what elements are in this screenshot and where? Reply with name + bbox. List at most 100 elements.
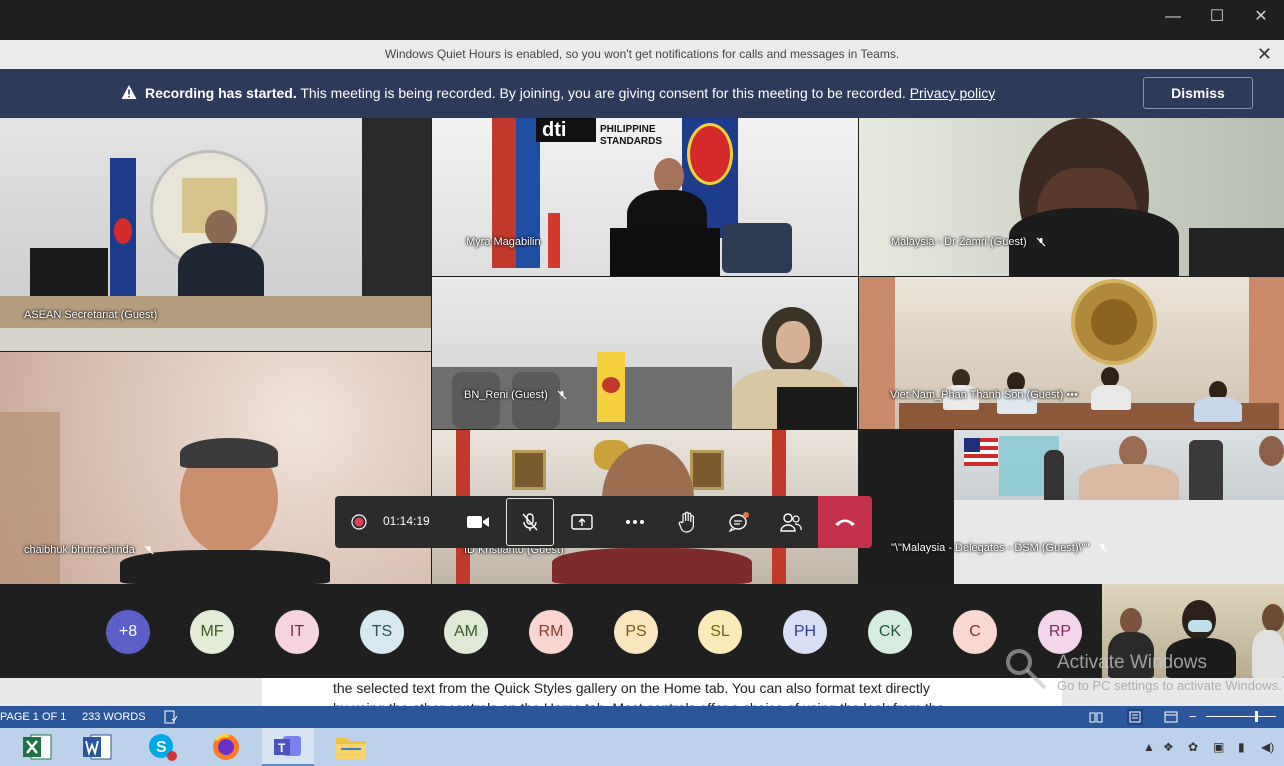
more-icon — [626, 520, 644, 524]
excel-icon — [23, 734, 52, 760]
tile-label: chaibhuk bhutrachinda — [24, 544, 154, 556]
tray-app-icon[interactable]: ❖ — [1163, 740, 1174, 754]
chat-icon — [728, 512, 749, 532]
print-layout-icon[interactable] — [1127, 709, 1143, 725]
teams-icon: T — [274, 736, 301, 756]
recording-banner: Recording has started. This meeting is b… — [0, 69, 1284, 118]
activate-windows-title: Activate Windows — [1057, 652, 1207, 673]
tile-label: "\"Malaysia - Delegates - DSM (Guest)\"" — [891, 542, 1108, 554]
svg-text:T: T — [278, 741, 286, 755]
video-tile-asean-secretariat[interactable]: ASEAN Secretariat (Guest) — [0, 118, 431, 351]
participant-avatar[interactable]: TS — [360, 610, 404, 654]
zoom-out-icon[interactable]: − — [1189, 709, 1197, 724]
tile-label: Malaysia - Dr Zamri (Guest) — [891, 236, 1046, 248]
participant-avatar[interactable]: C — [953, 610, 997, 654]
avatar-initials: +8 — [118, 623, 138, 640]
hang-up-button[interactable] — [818, 496, 872, 548]
participant-avatar[interactable]: MF — [190, 610, 234, 654]
minimize-button[interactable]: — — [1158, 6, 1188, 28]
video-tile-bn-reni[interactable]: BN_Reni (Guest) — [432, 277, 858, 429]
dismiss-button[interactable]: Dismiss — [1143, 77, 1253, 109]
more-actions-button[interactable] — [612, 496, 658, 548]
recording-message: This meeting is being recorded. By joini… — [296, 85, 910, 101]
participant-avatar[interactable]: AM — [444, 610, 488, 654]
word-status-bar: PAGE 1 OF 1 233 WORDS − — [0, 706, 1284, 728]
excel-taskbar-button[interactable] — [12, 728, 64, 766]
dti-logo: dti — [536, 118, 596, 142]
participant-avatar[interactable]: RM — [529, 610, 573, 654]
firefox-icon — [213, 734, 239, 760]
avatar-initials: MF — [200, 623, 224, 640]
video-tile-myra-magabilin[interactable]: dti PHILIPPINE STANDARDS Myra Magabilin — [432, 118, 858, 276]
more-icon: ••• — [1066, 389, 1078, 401]
avatar-initials: RP — [1048, 623, 1072, 640]
participants-button[interactable] — [768, 496, 814, 548]
avatar-initials: RM — [538, 623, 564, 640]
video-tile-malaysia-delegates[interactable]: "\"Malaysia - Delegates - DSM (Guest)\"" — [859, 430, 1284, 584]
recording-text: Recording has started. This meeting is b… — [145, 85, 995, 101]
proofing-icon[interactable] — [164, 710, 178, 724]
quiet-hours-message: Windows Quiet Hours is enabled, so you w… — [384, 47, 900, 61]
firefox-taskbar-button[interactable] — [200, 728, 252, 766]
windows-taskbar: S T ▲ ❖ ✿ ▣ ▮ ◀) — [0, 728, 1284, 766]
network-icon[interactable]: ▣ — [1213, 740, 1224, 754]
mic-off-icon — [522, 513, 538, 531]
avatar-initials: TS — [371, 623, 393, 640]
word-icon — [83, 734, 112, 760]
participant-avatar[interactable]: IT — [275, 610, 319, 654]
mic-off-icon — [557, 390, 567, 400]
activate-windows-subtitle: Go to PC settings to activate Windows. — [1057, 678, 1282, 693]
raise-hand-button[interactable] — [664, 496, 710, 548]
mic-off-icon — [1099, 543, 1108, 553]
participant-avatar[interactable]: PH — [783, 610, 827, 654]
avatar-initials: IT — [289, 623, 305, 640]
microphone-button[interactable] — [506, 498, 554, 546]
recording-indicator-icon — [339, 496, 379, 548]
zoom-slider[interactable] — [1206, 716, 1276, 717]
tray-app-icon[interactable]: ✿ — [1188, 740, 1198, 754]
avatar-initials: AM — [454, 623, 478, 640]
skype-icon: S — [149, 734, 177, 761]
privacy-policy-link[interactable]: Privacy policy — [910, 85, 996, 101]
raise-hand-icon — [678, 511, 694, 533]
document-text-line: the selected text from the Quick Styles … — [333, 680, 930, 696]
quiet-hours-close-button[interactable]: ✕ — [1257, 40, 1272, 69]
participant-avatar[interactable]: SL — [698, 610, 742, 654]
tile-label: Viet Nam_Phan Thanh Son (Guest) ••• — [890, 389, 1078, 401]
web-layout-icon[interactable] — [1164, 710, 1178, 724]
participant-avatar-strip: +8 MF IT TS AM RM PS SL PH CK C RP — [0, 584, 1102, 678]
show-hidden-icons-icon[interactable]: ▲ — [1143, 740, 1155, 754]
skype-taskbar-button[interactable]: S — [137, 728, 189, 766]
mic-off-icon — [1036, 237, 1046, 247]
teams-taskbar-button[interactable]: T — [262, 728, 314, 766]
file-explorer-taskbar-button[interactable] — [325, 728, 377, 766]
participant-avatar[interactable]: PS — [614, 610, 658, 654]
folder-icon — [336, 738, 366, 759]
chat-button[interactable] — [716, 496, 762, 548]
zoom-slider-thumb[interactable] — [1255, 711, 1258, 722]
share-screen-icon — [571, 514, 593, 530]
battery-icon[interactable]: ▮ — [1238, 740, 1245, 754]
quiet-hours-banner: Windows Quiet Hours is enabled, so you w… — [0, 40, 1284, 69]
maximize-button[interactable]: ☐ — [1202, 6, 1232, 28]
word-taskbar-button[interactable] — [72, 728, 124, 766]
video-tile-chaibhuk[interactable]: chaibhuk bhutrachinda — [0, 352, 431, 584]
volume-icon[interactable]: ◀) — [1261, 740, 1274, 754]
recording-title: Recording has started. — [145, 85, 297, 101]
word-count[interactable]: 233 WORDS — [82, 711, 146, 723]
warning-icon — [121, 85, 137, 99]
camera-button[interactable] — [455, 496, 501, 548]
avatar-initials: CK — [878, 623, 902, 640]
avatar-initials: SL — [710, 623, 730, 640]
video-tile-viet-nam[interactable]: Viet Nam_Phan Thanh Son (Guest) ••• — [859, 277, 1284, 429]
participant-avatar[interactable]: CK — [868, 610, 912, 654]
close-window-button[interactable]: ✕ — [1246, 6, 1276, 28]
meeting-controls: 01:14:19 — [335, 496, 872, 548]
page-count[interactable]: PAGE 1 OF 1 — [0, 711, 66, 723]
share-screen-button[interactable] — [559, 496, 605, 548]
key-icon — [1006, 649, 1047, 690]
overflow-participants-avatar[interactable]: +8 — [106, 610, 150, 654]
read-mode-icon[interactable] — [1089, 710, 1103, 724]
tile-label: Myra Magabilin — [466, 236, 541, 248]
video-tile-malaysia-dr-zamri[interactable]: Malaysia - Dr Zamri (Guest) — [859, 118, 1284, 276]
